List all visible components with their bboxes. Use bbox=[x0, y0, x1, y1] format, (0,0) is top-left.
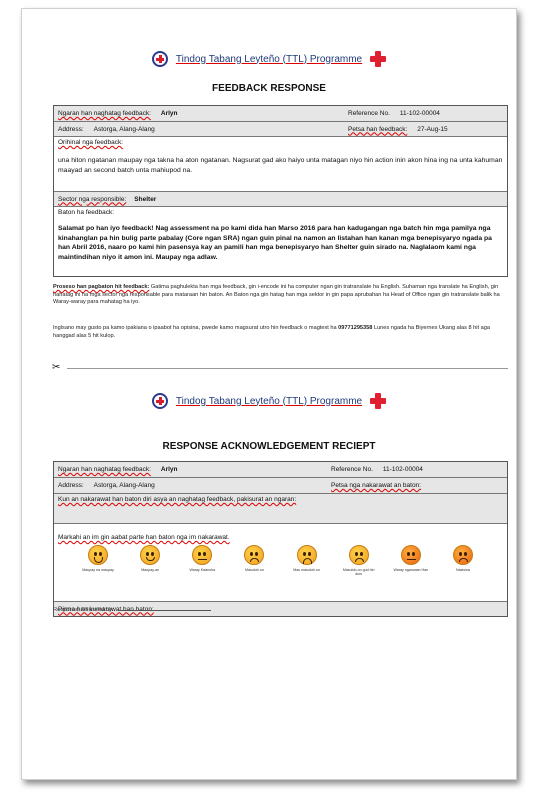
sector-label: Sector nga responsible: bbox=[58, 195, 127, 203]
rating-option[interactable]: Maupay-an bbox=[132, 545, 168, 572]
scissors-icon: ✂ bbox=[52, 362, 61, 373]
sad-face-icon bbox=[244, 545, 265, 565]
document-page: Tindog Tabang Leyteño (TTL) Programme FE… bbox=[21, 8, 517, 780]
red-cross-icon bbox=[370, 393, 387, 409]
rating-option[interactable]: Waray Kaanoha bbox=[184, 545, 220, 572]
ack-address-row: Address: Astorga, Alang-Alang Petsa nga … bbox=[54, 478, 507, 494]
rating-label-text: Nasisina bbox=[456, 568, 470, 572]
receiver-row: Kun an nakarawat han baton diri asya an … bbox=[54, 494, 507, 524]
rating-option[interactable]: Mas masulob-on bbox=[289, 545, 325, 572]
process-note: Proseso han pagbaton hit feedback: Gatim… bbox=[53, 284, 511, 307]
program-header-2: Tindog Tabang Leyteño (TTL) Programme bbox=[22, 393, 516, 409]
ttl-logo-icon bbox=[151, 51, 168, 67]
acknowledgement-form: Ngaran han naghatag feedback: Arlyn Refe… bbox=[53, 461, 508, 617]
crying-face-icon bbox=[348, 545, 369, 565]
rating-label-text: Masulob-on bbox=[245, 568, 264, 572]
name-row: Ngaran han naghatag feedback: Arlyn Refe… bbox=[54, 106, 507, 122]
reference-label: Reference No. bbox=[348, 110, 390, 117]
rating-label-text: Waray ngarowan Han bbox=[393, 568, 429, 572]
contact-phone: 09771295358 bbox=[338, 325, 373, 331]
ack-name-value: Arlyn bbox=[160, 466, 178, 473]
happy-face-icon bbox=[140, 545, 161, 565]
ack-name-label: Ngaran han naghatag feedback: bbox=[58, 466, 151, 473]
angry-face-icon bbox=[452, 545, 473, 565]
original-label: Orihinal nga feedback: bbox=[58, 139, 124, 146]
sector-row: Sector nga responsible: Shelter bbox=[54, 192, 507, 207]
feedback-response-title: FEEDBACK RESPONSE bbox=[212, 83, 326, 94]
baton-label: Baton ha feedback: bbox=[58, 209, 115, 216]
sector-value: Shelter bbox=[134, 195, 157, 203]
contact-text-a: Inglsano may gusto pa kamo ipakiana o ip… bbox=[53, 325, 337, 331]
program-title-2: Tindog Tabang Leyteño (TTL) Programme bbox=[175, 395, 363, 407]
contact-note: Inglsano may gusto pa kamo ipakiana o ip… bbox=[53, 325, 511, 340]
rating-label: Markahi an im gin aabat parte han baton … bbox=[58, 534, 230, 541]
original-feedback-text: una hiton ngatanan maupay nga takna ha a… bbox=[58, 157, 503, 174]
red-cross-icon bbox=[370, 51, 387, 67]
delivered-line bbox=[119, 610, 212, 611]
rating-option[interactable]: Masulob-on bbox=[236, 545, 272, 572]
address-value: Astorga, Alang-Alang bbox=[93, 125, 155, 133]
rating-label-text: Waray Kaanoha bbox=[189, 568, 216, 572]
rating-option[interactable]: Nasisina bbox=[445, 545, 481, 572]
original-feedback-row: Orihinal nga feedback: una hiton ngatana… bbox=[54, 137, 507, 192]
program-title: Tindog Tabang Leyteño (TTL) Programme bbox=[175, 53, 363, 65]
feedback-response-form: Ngaran han naghatag feedback: Arlyn Refe… bbox=[53, 105, 508, 277]
baton-row: Baton ha feedback: Salamat po han iyo fe… bbox=[54, 207, 507, 276]
date-value: 27-Aug-15 bbox=[417, 125, 448, 133]
rating-faces: Maupay na maupay Maupay-an Waray Kaanoha… bbox=[58, 541, 503, 578]
date-label: Petsa han feedback: bbox=[348, 125, 408, 133]
ack-reference-value: 11-102-00004 bbox=[382, 466, 423, 473]
rating-option[interactable]: Masulob-on gud hin duro bbox=[341, 545, 377, 576]
name-label: Ngaran han naghatag feedback: bbox=[58, 110, 151, 117]
ack-reference-label: Reference No. bbox=[331, 466, 373, 473]
receiver-label: Kun an nakarawat han baton diri asya an … bbox=[58, 496, 297, 503]
rating-row: Markahi an im gin aabat parte han baton … bbox=[54, 524, 507, 602]
baton-text: Salamat po han iyo feedback! Nag assessm… bbox=[58, 225, 492, 261]
cut-line bbox=[67, 368, 508, 369]
ack-name-row: Ngaran han naghatag feedback: Arlyn Refe… bbox=[54, 462, 507, 478]
neutral-face-icon bbox=[192, 545, 213, 565]
ack-date-label: Petsa nga nakarawat an baton: bbox=[331, 482, 421, 489]
very-happy-face-icon bbox=[88, 545, 109, 565]
acknowledgement-title: RESPONSE ACKNOWLEDGEMENT RECIEPT bbox=[162, 441, 376, 452]
address-label: Address: bbox=[58, 125, 84, 133]
rating-option[interactable]: Maupay na maupay bbox=[80, 545, 116, 572]
reference-value: 11-102-00004 bbox=[399, 110, 440, 117]
very-sad-face-icon bbox=[296, 545, 317, 565]
rating-label-text: Maupay-an bbox=[141, 568, 160, 572]
name-value: Arlyn bbox=[160, 110, 178, 117]
ack-address-value: Astorga, Alang-Alang bbox=[93, 482, 155, 489]
address-row: Address: Astorga, Alang-Alang Petsa han … bbox=[54, 122, 507, 137]
ttl-logo-icon bbox=[151, 393, 168, 409]
process-label: Proseso han pagbaton hit feedback: bbox=[53, 284, 150, 290]
delivered-label: Response delivered by: bbox=[53, 607, 114, 613]
rating-label-text: Maupay na maupay bbox=[82, 568, 114, 572]
rating-label-text: Masulob-on gud hin duro bbox=[342, 568, 375, 576]
rating-option[interactable]: Waray ngarowan Han bbox=[393, 545, 429, 572]
rating-label-text: Mas masulob-on bbox=[293, 568, 320, 572]
annoyed-face-icon bbox=[400, 545, 421, 565]
delivered-by: Response delivered by: bbox=[53, 607, 212, 613]
program-header: Tindog Tabang Leyteño (TTL) Programme bbox=[22, 51, 516, 67]
ack-address-label: Address: bbox=[58, 482, 84, 489]
